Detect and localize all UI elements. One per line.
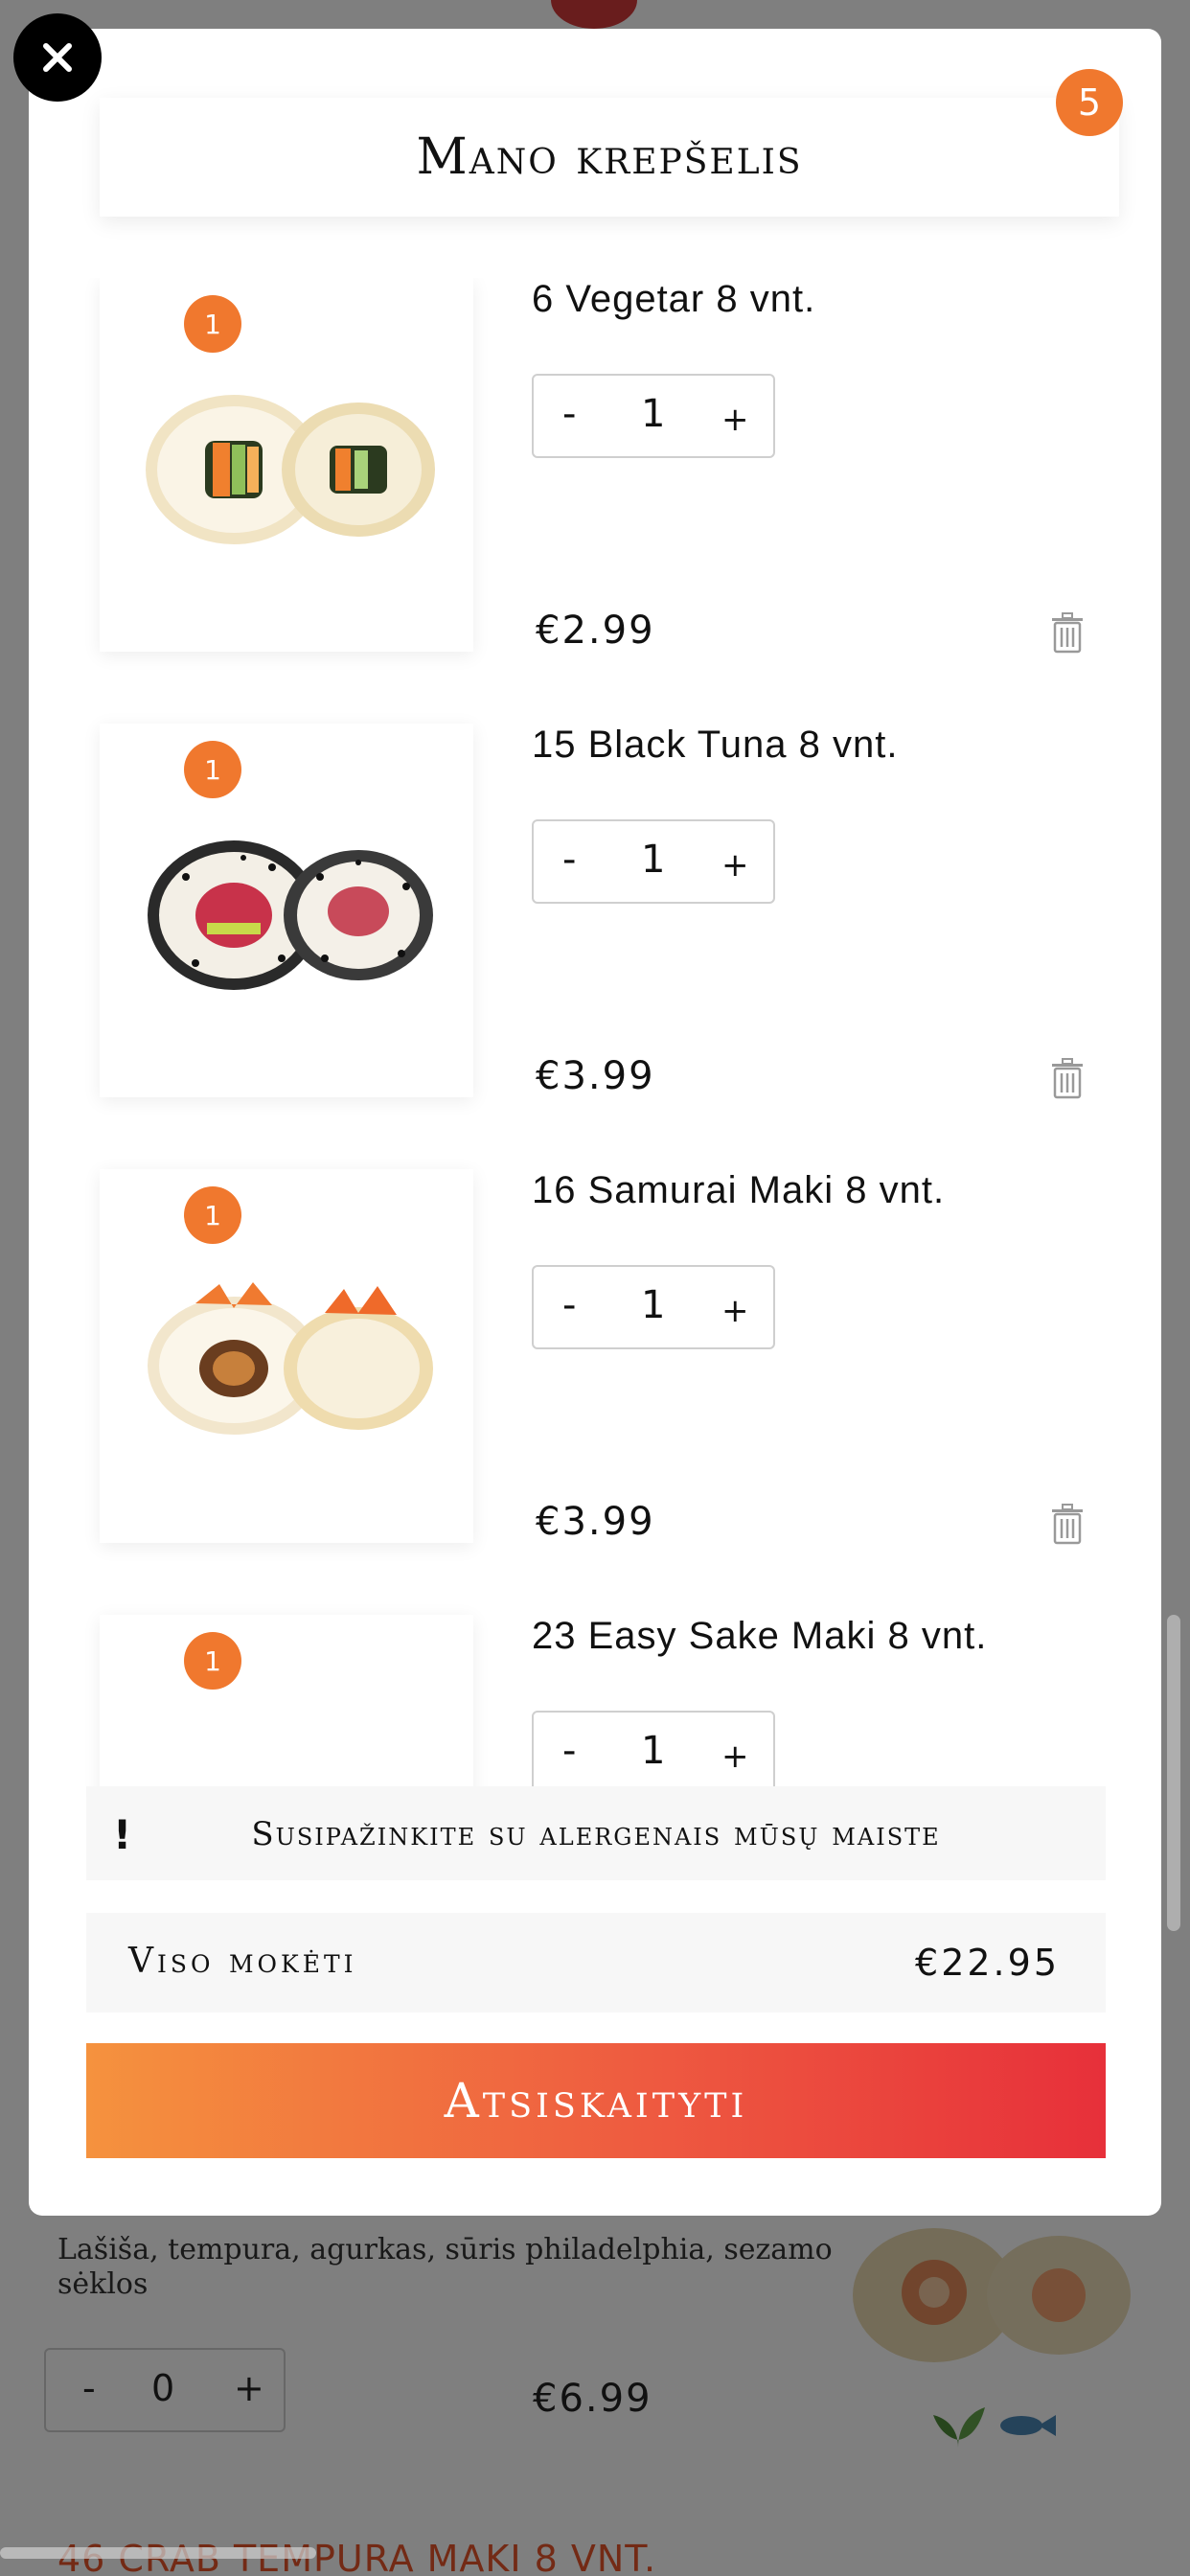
item-quantity-badge: 1	[184, 1186, 241, 1244]
minus-button[interactable]: -	[562, 835, 576, 885]
item-name: 16 Samurai Maki 8 vnt.	[532, 1169, 946, 1211]
cart-item: 1 23 Easy Sake Maki 8 vnt. - 1 +	[29, 1615, 1161, 1797]
cart-modal: Mano krepšelis 1 6 Vegetar 8 vnt. - 1 + …	[29, 29, 1161, 2216]
trash-icon[interactable]	[1048, 1503, 1087, 1545]
cart-item: 1 15 Black Tuna 8 vnt. - 1 + €3.99	[29, 724, 1161, 1169]
quantity-value: 1	[641, 838, 666, 882]
plus-button[interactable]: +	[721, 1286, 749, 1336]
cart-item: 1 16 Samurai Maki 8 vnt. - 1 + €3.99	[29, 1169, 1161, 1615]
minus-button[interactable]: -	[562, 1280, 576, 1330]
horizontal-scrollbar[interactable]	[0, 2547, 316, 2559]
quantity-stepper[interactable]: - 1 +	[532, 819, 775, 904]
trash-icon[interactable]	[1048, 611, 1087, 654]
cart-item: 1 6 Vegetar 8 vnt. - 1 + €2.99	[29, 278, 1161, 724]
total-row: Viso mokėti €22.95	[86, 1913, 1106, 2012]
quantity-value: 1	[641, 392, 666, 436]
quantity-value: 1	[641, 1729, 666, 1773]
cart-title: Mano krepšelis	[416, 128, 803, 186]
item-price: €2.99	[536, 609, 655, 653]
quantity-value: 1	[641, 1283, 666, 1327]
close-button[interactable]	[13, 13, 102, 102]
total-label: Viso mokėti	[128, 1942, 357, 1981]
item-image-card: 1	[100, 1169, 473, 1543]
quantity-stepper[interactable]: - 1 +	[532, 374, 775, 458]
item-price: €3.99	[536, 1054, 655, 1098]
item-quantity-badge: 1	[184, 295, 241, 353]
item-price: €3.99	[536, 1500, 655, 1544]
total-amount: €22.95	[915, 1942, 1060, 1984]
plus-button[interactable]: +	[721, 1732, 749, 1782]
minus-button[interactable]: -	[562, 389, 576, 439]
allergen-info-link[interactable]: ! Susipažinkite su alergenais mūsų maist…	[86, 1786, 1106, 1880]
item-quantity-badge: 1	[184, 1632, 241, 1690]
minus-button[interactable]: -	[562, 1726, 576, 1776]
black-sesame-tuna-roll-image	[148, 840, 433, 990]
item-name: 23 Easy Sake Maki 8 vnt.	[532, 1615, 988, 1657]
item-quantity-badge: 1	[184, 741, 241, 798]
plus-button[interactable]: +	[721, 395, 749, 445]
item-name: 15 Black Tuna 8 vnt.	[532, 724, 899, 766]
allergen-label: Susipažinkite su alergenais mūsų maiste	[251, 1815, 941, 1853]
vegetable-sushi-roll-image	[146, 395, 435, 544]
samurai-maki-roll-image	[148, 1282, 433, 1435]
item-image-card: 1	[100, 724, 473, 1097]
cart-item-list[interactable]: 1 6 Vegetar 8 vnt. - 1 + €2.99 1 15 Blac…	[29, 278, 1161, 1797]
vertical-scrollbar[interactable]	[1167, 1615, 1180, 1931]
quantity-stepper[interactable]: - 1 +	[532, 1711, 775, 1795]
item-image-card: 1	[100, 1615, 473, 1797]
plus-button[interactable]: +	[721, 840, 749, 890]
easy-sake-maki-roll-image	[128, 1711, 445, 1797]
quantity-stepper[interactable]: - 1 +	[532, 1265, 775, 1349]
cart-count-badge: 5	[1056, 69, 1123, 136]
checkout-button[interactable]: Atsiskaityti	[86, 2043, 1106, 2158]
checkout-label: Atsiskaityti	[444, 2073, 748, 2128]
trash-icon[interactable]	[1048, 1057, 1087, 1099]
close-icon	[43, 43, 72, 72]
item-image-card: 1	[100, 278, 473, 652]
item-name: 6 Vegetar 8 vnt.	[532, 278, 816, 320]
cart-header: Mano krepšelis	[100, 98, 1119, 217]
